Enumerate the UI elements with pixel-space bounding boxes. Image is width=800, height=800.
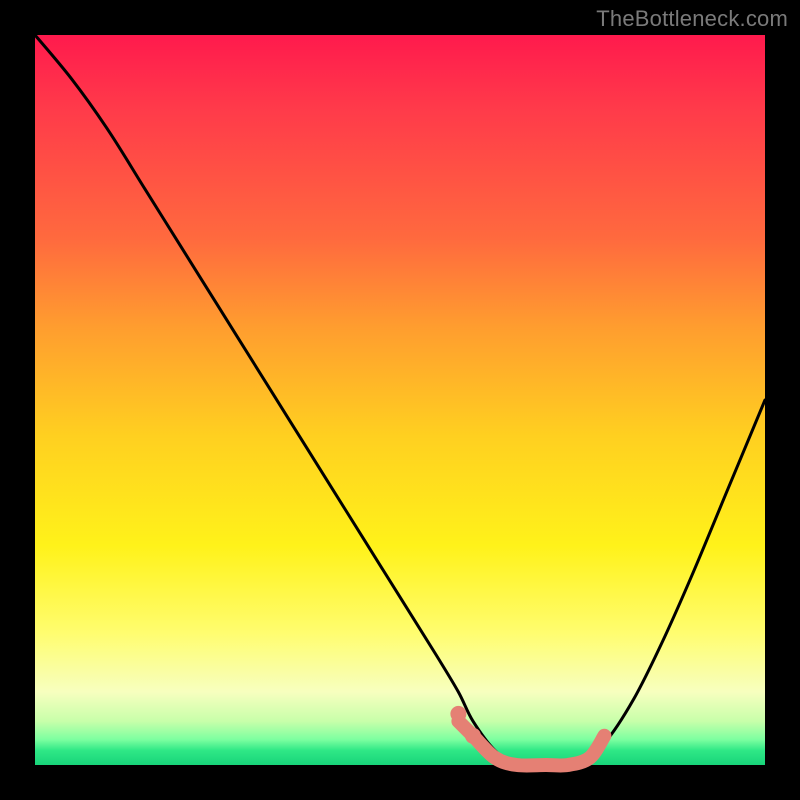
chart-frame: TheBottleneck.com — [0, 0, 800, 800]
highlight-dot — [465, 728, 481, 744]
bottleneck-curve — [35, 35, 765, 767]
watermark-text: TheBottleneck.com — [596, 6, 788, 32]
plot-area — [35, 35, 765, 765]
highlight-dot — [450, 706, 466, 722]
chart-svg — [35, 35, 765, 765]
optimal-range-highlight — [458, 721, 604, 765]
